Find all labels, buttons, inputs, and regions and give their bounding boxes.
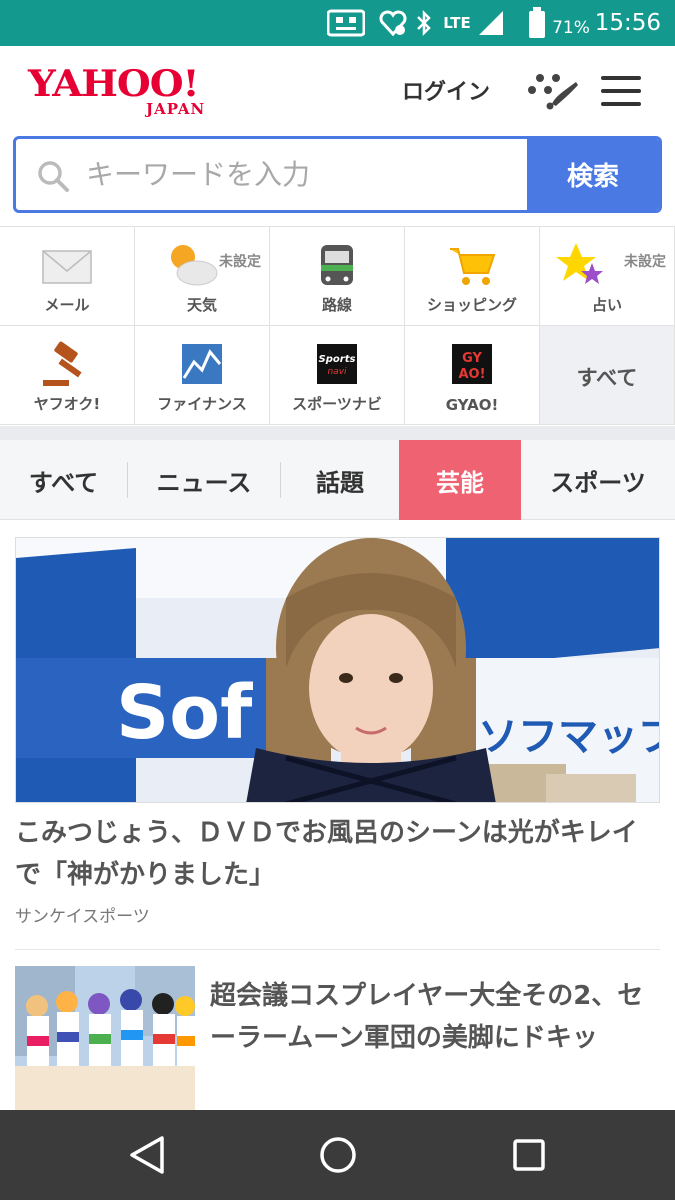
service-auction[interactable]: ヤフオク! [0, 326, 135, 425]
article-headline[interactable]: 超会議コスプレイヤー大全その2、セーラームーン軍団の美脚にドキッ [210, 975, 660, 1059]
svg-text:Sports: Sports [319, 354, 356, 365]
hero-sign-text: ソフマップ [478, 714, 660, 760]
hamburger-menu-icon[interactable] [601, 76, 641, 106]
service-label: ヤフオク! [33, 395, 101, 413]
services-grid: メール 未設定 天気 路線 ショッピング 未設定 占い ヤフオク! ファイナンス… [0, 226, 675, 426]
tab-topics[interactable]: 話題 [281, 440, 399, 520]
svg-text:navi: navi [327, 367, 347, 377]
weather-icon [165, 241, 221, 291]
header: YAHOO! JAPAN ログイン [0, 46, 675, 134]
section-divider [0, 426, 675, 440]
service-label: 占い [591, 296, 622, 314]
hero-sign-text: Sof [116, 670, 253, 756]
notification-icon [326, 0, 366, 46]
status-bar: LTE 71% 15:56 [0, 0, 675, 46]
service-fortune[interactable]: 未設定 占い [540, 227, 675, 326]
search-input[interactable] [86, 139, 526, 210]
battery-percent: 71% [552, 18, 590, 38]
svg-text:GY: GY [462, 351, 482, 366]
network-type: LTE [443, 14, 471, 32]
tab-all[interactable]: すべて [0, 440, 127, 520]
home-icon[interactable] [315, 1132, 361, 1178]
service-finance[interactable]: ファイナンス [135, 326, 270, 425]
bluetooth-icon [414, 0, 434, 46]
service-label: 路線 [321, 296, 352, 314]
service-sub: 未設定 [624, 254, 666, 270]
gyao-icon: GY AO! [444, 340, 500, 390]
heart-rate-icon [378, 0, 408, 46]
service-all[interactable]: すべて [540, 326, 675, 425]
search-button[interactable]: 検索 [527, 139, 659, 210]
star-icon [554, 241, 610, 291]
train-icon [309, 241, 365, 291]
finance-icon [174, 340, 230, 390]
tab-sports[interactable]: スポーツ [521, 440, 675, 520]
logo-sub: JAPAN [146, 100, 206, 118]
article-source: サンケイスポーツ [15, 907, 150, 927]
service-sub: 未設定 [219, 254, 261, 270]
service-label: ショッピング [426, 296, 517, 314]
service-label: ファイナンス [157, 395, 247, 413]
sportsnavi-icon: Sports navi [309, 340, 365, 390]
search-box: 検索 [13, 136, 662, 213]
service-weather[interactable]: 未設定 天気 [135, 227, 270, 326]
service-sportsnavi[interactable]: Sports navi スポーツナビ [270, 326, 405, 425]
navigation-bar [0, 1110, 675, 1200]
service-shopping[interactable]: ショッピング [405, 227, 540, 326]
logo-main: YAHOO! [28, 63, 200, 105]
mail-icon [39, 241, 95, 291]
battery-icon [527, 0, 547, 46]
service-mail[interactable]: メール [0, 227, 135, 326]
auction-icon [39, 340, 95, 390]
tab-entertainment[interactable]: 芸能 [399, 440, 521, 520]
service-label: 天気 [186, 296, 217, 314]
category-tabs: すべて ニュース 話題 芸能 スポーツ [0, 440, 675, 520]
back-icon[interactable] [124, 1132, 170, 1178]
service-gyao[interactable]: GY AO! GYAO! [405, 326, 540, 425]
yahoo-logo[interactable]: YAHOO! JAPAN [28, 64, 228, 118]
service-label: メール [44, 296, 90, 314]
article-divider [15, 949, 660, 950]
service-label: スポーツナビ [292, 395, 382, 413]
article-thumbnail[interactable] [15, 966, 195, 1110]
signal-icon [476, 0, 506, 46]
svg-text:AO!: AO! [458, 367, 485, 382]
clock: 15:56 [594, 10, 661, 36]
cart-icon [444, 241, 500, 291]
recents-icon[interactable] [506, 1132, 552, 1178]
service-label: すべて [576, 366, 638, 390]
article-hero-image[interactable]: Sof ソフマップ [15, 537, 660, 803]
service-label: GYAO! [445, 396, 499, 414]
service-train[interactable]: 路線 [270, 227, 405, 326]
login-link[interactable]: ログイン [402, 74, 490, 106]
search-icon [36, 159, 70, 193]
theme-brush-icon[interactable] [526, 70, 580, 110]
article-headline[interactable]: こみつじょう、ＤＶＤでお風呂のシーンは光がキレイで「神がかりました」 [15, 812, 660, 896]
tab-news[interactable]: ニュース [128, 440, 280, 520]
